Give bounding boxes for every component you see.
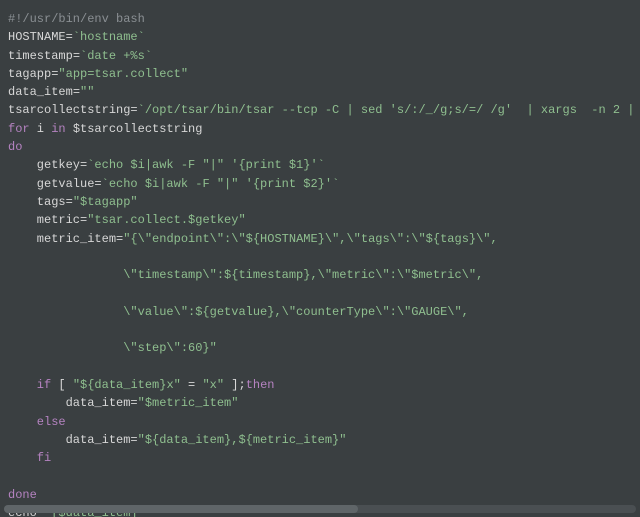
code-token: ];: [224, 378, 246, 392]
code-token: done: [8, 488, 37, 502]
code-token: `echo $i|awk -F "|" '{print $1}'`: [87, 158, 325, 172]
code-token: metric_item: [8, 232, 116, 246]
code-token: \"timestamp\":${timestamp},\"metric\":\"…: [8, 268, 483, 282]
code-token: \"value\":${getvalue},\"counterType\":\"…: [8, 305, 469, 319]
code-token: do: [8, 140, 22, 154]
code-token: tsarcollectstring: [8, 103, 130, 117]
code-token: "x": [202, 378, 224, 392]
scrollbar-thumb[interactable]: [4, 505, 358, 513]
code-token: HOSTNAME: [8, 30, 66, 44]
code-token: tagapp: [8, 67, 51, 81]
horizontal-scrollbar[interactable]: [4, 505, 636, 513]
code-token: `/opt/tsar/bin/tsar --tcp -C | sed 's/:/…: [138, 103, 635, 117]
code-token: \"step\":60}": [8, 341, 217, 355]
code-token: else: [8, 415, 66, 429]
code-token: fi: [8, 451, 51, 465]
code-token: `hostname`: [73, 30, 145, 44]
code-token: =: [130, 103, 137, 117]
code-token: data_item: [8, 433, 130, 447]
code-token: =: [94, 177, 101, 191]
code-editor[interactable]: #!/usr/bin/env bash HOSTNAME=`hostname` …: [0, 0, 640, 517]
code-token: =: [130, 433, 137, 447]
code-token: timestamp: [8, 49, 73, 63]
code-token: data_item: [8, 396, 130, 410]
code-token: then: [246, 378, 275, 392]
code-token: if: [8, 378, 51, 392]
code-token: `date +%s`: [80, 49, 152, 63]
code-token: in: [51, 122, 65, 136]
code-token: "": [80, 85, 94, 99]
code-token: getkey: [8, 158, 80, 172]
code-token: =: [130, 396, 137, 410]
code-token: data_item: [8, 85, 73, 99]
code-token: "$metric_item": [138, 396, 239, 410]
code-token: for: [8, 122, 30, 136]
code-token: "$tagapp": [73, 195, 138, 209]
code-token: "{\"endpoint\":\"${HOSTNAME}\",\"tags\":…: [123, 232, 497, 246]
code-token: =: [66, 30, 73, 44]
code-token: $tsarcollectstring: [66, 122, 203, 136]
code-token: =: [66, 195, 73, 209]
code-token: "${data_item}x": [73, 378, 181, 392]
code-token: [: [51, 378, 73, 392]
code-token: `echo $i|awk -F "|" '{print $2}'`: [102, 177, 340, 191]
code-token: "app=tsar.collect": [58, 67, 188, 81]
code-token: =: [181, 378, 203, 392]
code-token: =: [73, 49, 80, 63]
code-token: "tsar.collect.$getkey": [87, 213, 245, 227]
code-token: =: [73, 85, 80, 99]
code-token: "${data_item},${metric_item}": [138, 433, 347, 447]
code-token: i: [30, 122, 52, 136]
code-token: tags: [8, 195, 66, 209]
code-token: getvalue: [8, 177, 94, 191]
shebang-line: #!/usr/bin/env bash: [8, 12, 145, 26]
code-token: metric: [8, 213, 80, 227]
